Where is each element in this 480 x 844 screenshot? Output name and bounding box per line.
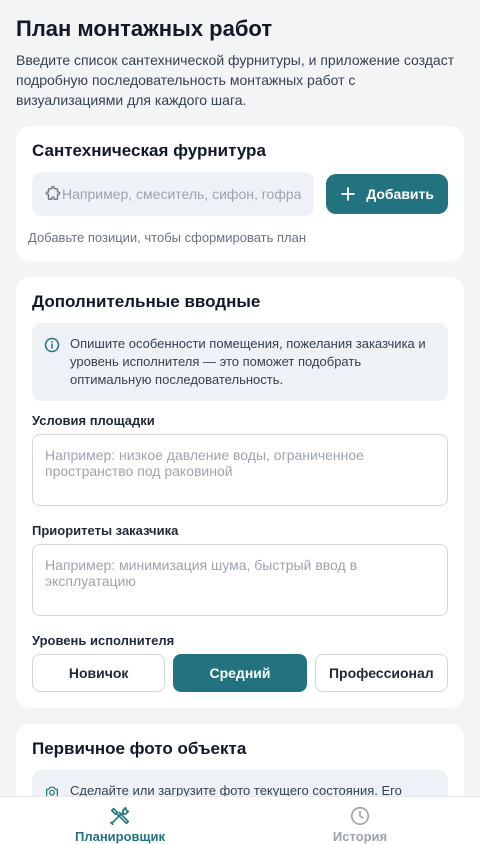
photo-info-text: Сделайте или загрузите фото текущего сос… [70,783,402,796]
photo-info-box: Сделайте или загрузите фото текущего сос… [32,770,448,796]
nav-planner-label: Планировщик [74,829,166,844]
level-intermediate-button[interactable]: Средний [173,654,307,692]
fittings-card: Сантехническая фурнитура Добавить Добавь… [16,126,464,261]
fitting-input[interactable] [62,186,303,202]
inputs-title: Дополнительные вводные [32,292,261,311]
inputs-card: Дополнительные вводные Опишите особеннос… [16,277,464,708]
site-conditions-field[interactable] [32,434,448,506]
fitting-input-wrap[interactable] [32,172,315,216]
page-subtitle: Введите список сантехнической фурнитуры,… [16,52,455,108]
level-selector: Новичок Средний Профессионал [32,654,448,692]
photo-card: Первичное фото объекта Сделайте или загр… [16,724,464,796]
plus-icon [341,187,356,201]
puzzle-icon [45,185,61,200]
priorities-label: Приоритеты заказчика [32,523,179,538]
add-fitting-label: Добавить [366,186,434,202]
inputs-info-text: Опишите особенности помещения, пожелания… [70,336,426,387]
clock-icon [350,806,370,826]
tools-icon [110,806,130,826]
main-scroll[interactable]: План монтажных работ Введите список сант… [0,0,480,796]
bottom-nav: Планировщик История [0,796,480,844]
level-novice-button[interactable]: Новичок [32,654,166,692]
inputs-info-box: Опишите особенности помещения, пожелания… [32,323,448,401]
info-icon [44,337,60,353]
priorities-field[interactable] [32,544,448,616]
page-title: План монтажных работ [16,16,273,41]
level-professional-button[interactable]: Профессионал [314,654,448,692]
camera-icon [46,786,58,796]
nav-planner[interactable]: Планировщик [0,797,240,844]
photo-title: Первичное фото объекта [32,739,247,758]
empty-hint: Добавьте позиции, чтобы сформировать пла… [28,230,307,245]
site-label: Условия площадки [32,413,155,428]
fittings-title: Сантехническая фурнитура [32,141,266,160]
level-label: Уровень исполнителя [32,633,175,648]
add-fitting-button[interactable]: Добавить [326,174,448,214]
nav-history[interactable]: История [240,797,480,844]
add-fitting-row: Добавить [32,172,448,216]
nav-history-label: История [332,829,388,844]
